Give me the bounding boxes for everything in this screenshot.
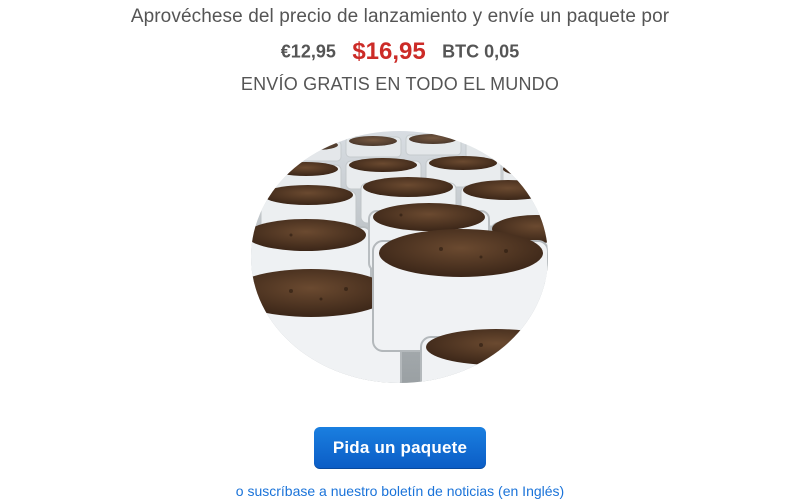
price-eur: €12,95	[280, 41, 336, 62]
newsletter-link[interactable]: o suscríbase a nuestro boletín de notici…	[0, 483, 800, 499]
product-photo	[251, 131, 548, 383]
price-row: €12,95 $16,95 BTC 0,05	[0, 38, 800, 66]
price-usd: $16,95	[352, 38, 426, 65]
shipping-text: ENVÍO GRATIS EN TODO EL MUNDO	[240, 74, 560, 94]
order-package-button[interactable]: Pida un paquete	[314, 427, 486, 469]
intro-text: Aprovéchese del precio de lanzamiento y …	[130, 6, 670, 27]
price-btc: BTC 0,05	[442, 41, 520, 62]
offer-page: Aprovéchese del precio de lanzamiento y …	[0, 0, 800, 503]
